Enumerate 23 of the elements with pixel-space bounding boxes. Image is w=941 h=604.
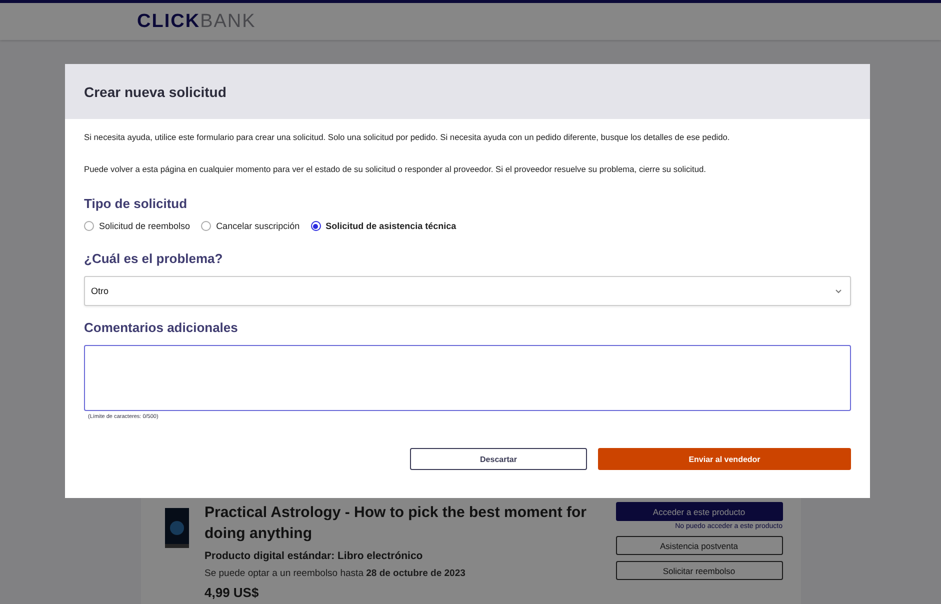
dialog-title: Crear nueva solicitud — [84, 84, 226, 100]
intro-text: Puede volver a esta página en cualquier momento para ver el estado de su solicitud o responder al proveedor. Si el proveedor resuelve su problema, cierre su solicitud. — [84, 164, 707, 174]
send-button[interactable]: Enviar al vendedor — [598, 448, 851, 470]
action-button[interactable]: Solicitar reembolso — [616, 561, 782, 580]
section-label: ¿Cuál es el problema? — [84, 251, 224, 266]
intro-text: Si necesita ayuda, utilice este formulario para crear una solicitud. Solo una solicitud por pedido. Si necesita ayuda con un pedido diferente, busque los detalles de ese pedido. — [84, 132, 731, 142]
chevron-down-icon — [835, 288, 842, 294]
product-type: Producto digital estándar: Libro electrónico — [204, 550, 424, 562]
section-label: Comentarios adicionales — [84, 320, 239, 335]
request-type-radio[interactable]: Cancelar suscripción — [201, 221, 300, 231]
request-type-radio[interactable]: Solicitud de asistencia técnica — [310, 221, 456, 231]
discard-button[interactable]: Descartar — [410, 448, 587, 470]
section-label: Tipo de solicitud — [84, 196, 188, 211]
comments-field[interactable] — [84, 345, 851, 411]
request-type-radio[interactable]: Solicitud de reembolso — [84, 221, 190, 231]
refund-note: Se puede optar a un reembolso hasta 28 de octubre de 2023 — [204, 568, 466, 579]
product-price: 4,99 US$ — [204, 585, 260, 600]
action-button[interactable]: Acceder a este producto — [616, 502, 782, 521]
product-title: Practical Astrology - How to pick the best moment for doing anything — [204, 503, 588, 544]
book-cover-icon — [162, 508, 190, 548]
problem-select[interactable]: Otro — [84, 276, 851, 306]
action-button[interactable]: Asistencia postventa — [616, 536, 782, 555]
clickbank-logo: CLICKBANK — [137, 10, 256, 32]
